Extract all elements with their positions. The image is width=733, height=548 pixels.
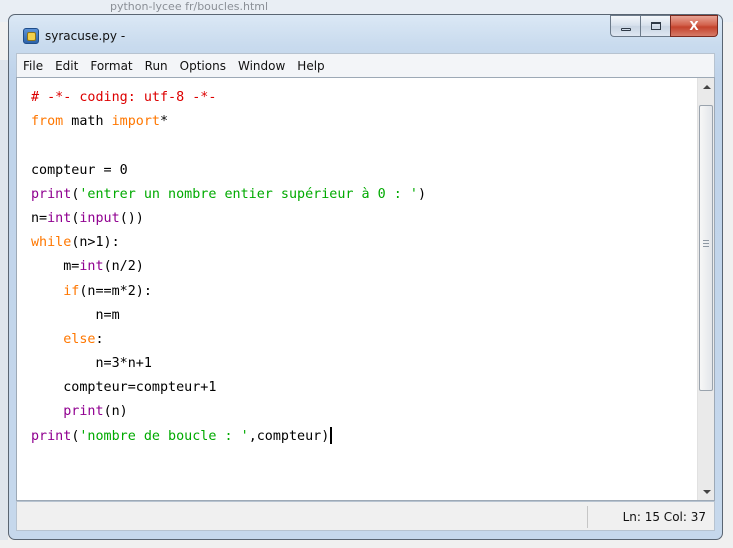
code-token: print bbox=[31, 428, 72, 444]
code-line: else: bbox=[31, 328, 426, 352]
code-line: n=int(input()) bbox=[31, 207, 426, 231]
minimize-button[interactable] bbox=[610, 15, 640, 37]
menu-file[interactable]: File bbox=[23, 59, 43, 73]
code-line: compteur=compteur+1 bbox=[31, 376, 426, 400]
code-line: from math import* bbox=[31, 110, 426, 134]
grip-icon bbox=[703, 240, 709, 247]
scroll-down-button[interactable] bbox=[698, 483, 715, 500]
code-line: if(n==m*2): bbox=[31, 280, 426, 304]
code-token: n= bbox=[31, 210, 48, 226]
code-token: ()) bbox=[119, 210, 144, 226]
code-token: : bbox=[95, 331, 104, 347]
code-token: (n==m*2): bbox=[79, 283, 152, 299]
code-token: print bbox=[31, 186, 72, 202]
code-token: # -*- coding: utf-8 -*- bbox=[31, 90, 217, 105]
code-token: 'nombre de boucle : ' bbox=[79, 428, 249, 444]
status-divider bbox=[587, 506, 588, 528]
background-window-edge bbox=[0, 60, 8, 540]
menu-edit[interactable]: Edit bbox=[55, 59, 78, 73]
up-arrow-icon bbox=[702, 84, 711, 89]
code-token: * bbox=[160, 114, 169, 130]
code-line: print('nombre de boucle : ',compteur) bbox=[31, 425, 426, 449]
maximize-button[interactable] bbox=[640, 15, 670, 37]
code-token: (n/2) bbox=[103, 259, 144, 275]
maximize-icon bbox=[650, 22, 661, 30]
scroll-up-button[interactable] bbox=[698, 78, 715, 95]
text-cursor bbox=[330, 427, 333, 445]
code-token: else bbox=[63, 331, 96, 347]
code-token: m= bbox=[31, 259, 80, 275]
code-token: compteur=compteur+1 bbox=[31, 380, 217, 396]
cursor-position: Ln: 15 Col: 37 bbox=[622, 510, 706, 524]
menu-run[interactable]: Run bbox=[145, 59, 168, 73]
title-bar[interactable]: syracuse.py - X bbox=[9, 15, 722, 49]
code-token: input bbox=[79, 210, 120, 226]
menu-bar: File Edit Format Run Options Window Help bbox=[16, 53, 715, 77]
code-editor[interactable]: # -*- coding: utf-8 -*- from math import*… bbox=[16, 77, 715, 501]
python-file-icon bbox=[23, 28, 39, 44]
close-icon: X bbox=[689, 19, 699, 33]
code-token: n=m bbox=[31, 307, 120, 323]
menu-options[interactable]: Options bbox=[180, 59, 226, 73]
code-token: ,compteur) bbox=[248, 428, 330, 444]
code-token: (n) bbox=[103, 404, 128, 420]
code-token: while bbox=[31, 235, 72, 251]
menu-help[interactable]: Help bbox=[297, 59, 324, 73]
code-token: 'entrer un nombre entier supérieur à 0 :… bbox=[79, 186, 418, 202]
vertical-scrollbar[interactable] bbox=[697, 78, 714, 500]
code-token: (n>1): bbox=[71, 235, 120, 251]
code-line: n=3*n+1 bbox=[31, 352, 426, 376]
code-line: compteur = 0 bbox=[31, 159, 426, 183]
scrollbar-thumb[interactable] bbox=[699, 105, 713, 391]
code-line: n=m bbox=[31, 304, 426, 328]
code-line: m=int(n/2) bbox=[31, 255, 426, 279]
window-title: syracuse.py - bbox=[45, 29, 126, 43]
code-token: compteur = 0 bbox=[31, 162, 128, 178]
code-line: # -*- coding: utf-8 -*- bbox=[31, 86, 426, 110]
code-token: int bbox=[47, 210, 72, 226]
down-arrow-icon bbox=[702, 489, 711, 494]
code-token: int bbox=[79, 259, 104, 275]
code-token: from bbox=[31, 114, 64, 130]
code-token: math bbox=[63, 114, 112, 130]
status-bar: Ln: 15 Col: 37 bbox=[16, 501, 715, 531]
idle-editor-window: syracuse.py - X File Edit Format Run Opt… bbox=[8, 14, 723, 540]
code-token: print bbox=[63, 404, 104, 420]
code-line: print(n) bbox=[31, 400, 426, 424]
menu-format[interactable]: Format bbox=[90, 59, 132, 73]
window-controls: X bbox=[610, 15, 718, 39]
menu-window[interactable]: Window bbox=[238, 59, 285, 73]
code-line: print('entrer un nombre entier supérieur… bbox=[31, 183, 426, 207]
code-token: import bbox=[111, 114, 160, 130]
code-token: if bbox=[63, 283, 80, 299]
code-line: while(n>1): bbox=[31, 231, 426, 255]
code-text[interactable]: # -*- coding: utf-8 -*- from math import*… bbox=[31, 86, 426, 449]
code-token: n=3*n+1 bbox=[31, 356, 152, 372]
background-url-text: python-lycee fr/boucles.html bbox=[110, 0, 269, 13]
close-button[interactable]: X bbox=[670, 15, 718, 37]
code-token: ) bbox=[417, 186, 427, 202]
minimize-icon bbox=[620, 27, 631, 31]
